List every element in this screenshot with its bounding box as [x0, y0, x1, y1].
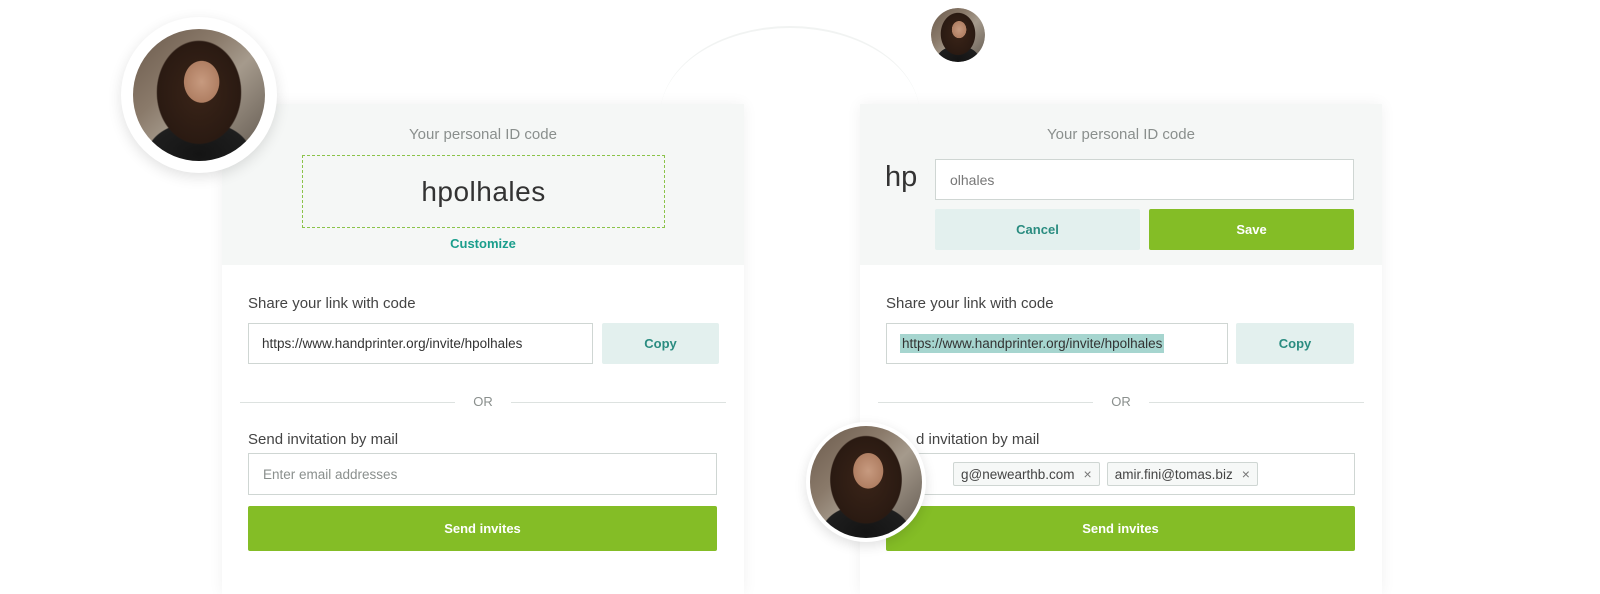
id-code-label: Your personal ID code: [409, 126, 557, 143]
or-divider: OR: [240, 393, 726, 411]
user-avatar-small: [931, 8, 985, 62]
email-placeholder: Enter email addresses: [263, 466, 398, 482]
invite-link-field[interactable]: https://www.handprinter.org/invite/hpolh…: [886, 323, 1228, 364]
divider-line: [511, 402, 726, 403]
custom-code-value: olhales: [950, 171, 995, 188]
id-code-panel: Your personal ID code hpolhales Customiz…: [222, 104, 744, 265]
mail-invite-label: d invitation by mail: [916, 431, 1040, 448]
id-code-label: Your personal ID code: [1047, 126, 1195, 143]
invite-link-text: https://www.handprinter.org/invite/hpolh…: [262, 336, 523, 351]
email-addresses-field[interactable]: Enter email addresses: [248, 453, 717, 495]
cancel-button[interactable]: Cancel: [935, 209, 1140, 250]
copy-button[interactable]: Copy: [602, 323, 719, 364]
email-tag-text: g@newearthb.com: [961, 466, 1075, 482]
personal-id-code: hpolhales: [302, 155, 665, 228]
user-avatar-large: [121, 17, 277, 173]
email-tag: g@newearthb.com ×: [953, 462, 1100, 486]
copy-button[interactable]: Copy: [1236, 323, 1354, 364]
code-prefix: hp: [885, 161, 918, 193]
invite-link-field[interactable]: https://www.handprinter.org/invite/hpolh…: [248, 323, 593, 364]
email-addresses-field[interactable]: g@newearthb.com × amir.fini@tomas.biz ×: [886, 453, 1355, 495]
send-invites-button[interactable]: Send invites: [248, 506, 717, 551]
decorative-arc: [660, 26, 920, 116]
divider-line: [1149, 402, 1364, 403]
email-tag: amir.fini@tomas.biz ×: [1106, 462, 1258, 486]
avatar-photo: [133, 29, 265, 161]
invite-card-default: Your personal ID code hpolhales Customiz…: [222, 104, 744, 594]
avatar-photo: [810, 426, 922, 538]
save-button[interactable]: Save: [1149, 209, 1354, 250]
share-link-label: Share your link with code: [886, 295, 1054, 312]
or-divider: OR: [878, 393, 1364, 411]
avatar-photo: [931, 8, 985, 62]
remove-tag-icon[interactable]: ×: [1242, 466, 1250, 482]
id-code-panel: Your personal ID code hp olhales Cancel …: [860, 104, 1382, 265]
send-invites-button[interactable]: Send invites: [886, 506, 1355, 551]
invite-card-editing: Your personal ID code hp olhales Cancel …: [860, 104, 1382, 594]
email-tag-text: amir.fini@tomas.biz: [1114, 466, 1233, 482]
mail-invite-label: Send invitation by mail: [248, 431, 399, 448]
customize-link[interactable]: Customize: [222, 236, 744, 251]
remove-tag-icon[interactable]: ×: [1084, 466, 1092, 482]
invite-link-text-selected: https://www.handprinter.org/invite/hpolh…: [900, 334, 1165, 353]
share-link-label: Share your link with code: [248, 295, 416, 312]
custom-code-input[interactable]: olhales: [935, 159, 1354, 200]
user-avatar-medium: [806, 422, 926, 542]
